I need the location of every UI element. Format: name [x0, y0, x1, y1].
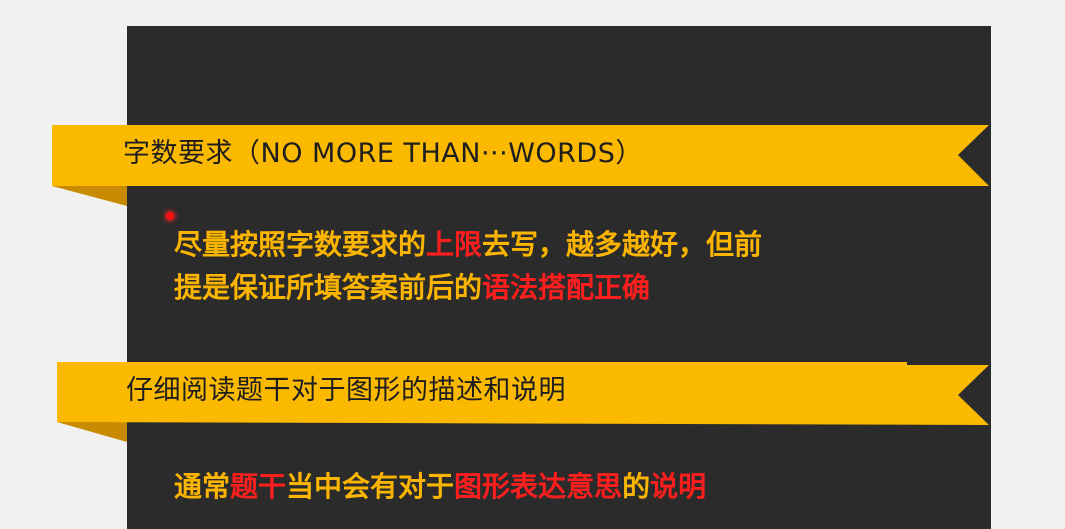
text-segment: 提是保证所填答案前后的 — [174, 271, 483, 304]
paragraph-1-line-2: 提是保证所填答案前后的语法搭配正确 — [174, 266, 762, 309]
text-segment: 的 — [622, 470, 651, 503]
paragraph-1-line-1: 尽量按照字数要求的上限去写，越多越好，但前 — [174, 223, 762, 266]
highlight-segment: 图形表达意思 — [454, 470, 623, 503]
text-segment: 去写，越多越好，但前 — [482, 228, 763, 261]
text-segment: 当中会有对于 — [286, 470, 455, 503]
ribbon-title-2: 仔细阅读题干对于图形的描述和说明 — [126, 375, 566, 406]
highlight-segment: 说明 — [650, 470, 707, 503]
laser-pointer-dot — [166, 212, 174, 220]
paragraph-2-line-1: 通常题干当中会有对于图形表达意思的说明 — [174, 465, 706, 508]
paragraph-2: 通常题干当中会有对于图形表达意思的说明 — [174, 465, 706, 508]
ribbon-title-1: 字数要求（NO MORE THAN···WORDS） — [123, 138, 643, 169]
highlight-segment: 题干 — [230, 470, 287, 503]
highlight-segment: 语法搭配正确 — [482, 271, 651, 304]
text-segment: 尽量按照字数要求的 — [174, 228, 427, 261]
paragraph-1: 尽量按照字数要求的上限去写，越多越好，但前 提是保证所填答案前后的语法搭配正确 — [174, 223, 762, 309]
text-segment: 通常 — [174, 470, 231, 503]
highlight-segment: 上限 — [426, 228, 483, 261]
